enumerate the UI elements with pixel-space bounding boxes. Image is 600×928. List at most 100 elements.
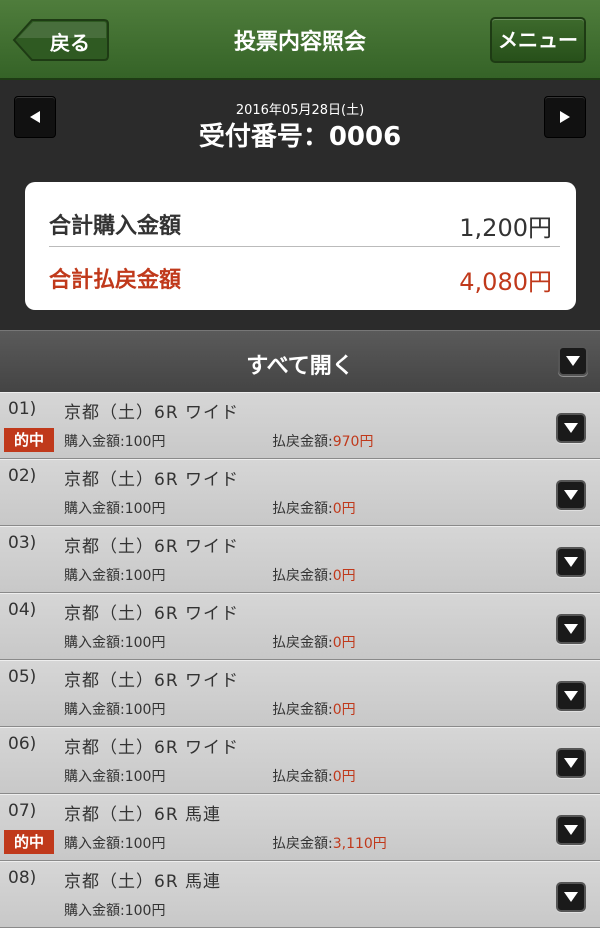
payout-amount-value: 3,110円	[332, 836, 387, 852]
buy-amount-label: 購入金額:	[64, 568, 125, 584]
summary-divider	[49, 246, 560, 247]
payout-amount-value: 0円	[332, 568, 356, 584]
payout-amount: 払戻金額:0円	[272, 632, 356, 652]
receipt-number: 受付番号：0006	[198, 122, 402, 152]
next-receipt-button[interactable]	[544, 96, 586, 138]
total-purchase-label: 合計購入金額	[49, 214, 182, 239]
triangle-down-icon	[566, 356, 580, 366]
buy-amount-label: 購入金額:	[64, 903, 125, 919]
expand-toggle[interactable]	[556, 681, 586, 711]
buy-amount: 購入金額:100円	[64, 699, 165, 719]
payout-amount-label: 払戻金額:	[272, 635, 333, 651]
expand-toggle[interactable]	[556, 882, 586, 912]
open-all-bar[interactable]: すべて開く	[0, 330, 600, 392]
triangle-down-icon	[564, 624, 578, 634]
payout-amount-label: 払戻金額:	[272, 769, 333, 785]
buy-amount: 購入金額:100円	[64, 632, 165, 652]
expand-toggle[interactable]	[556, 480, 586, 510]
bet-row[interactable]: 01) 京都（土）6R ワイド 的中 購入金額:100円 払戻金額:970円	[0, 392, 600, 459]
triangle-right-icon	[560, 111, 570, 123]
bet-row[interactable]: 02) 京都（土）6R ワイド 購入金額:100円 払戻金額:0円	[0, 459, 600, 526]
bet-number: 01)	[8, 399, 37, 419]
buy-amount-label: 購入金額:	[64, 769, 125, 785]
bet-number: 08)	[8, 868, 37, 888]
summary-card: 合計購入金額 1,200円 合計払戻金額 4,080円	[25, 182, 576, 310]
bet-race: 京都（土）6R ワイド	[64, 671, 240, 691]
bet-row[interactable]: 06) 京都（土）6R ワイド 購入金額:100円 払戻金額:0円	[0, 727, 600, 794]
payout-amount-label: 払戻金額:	[272, 434, 333, 450]
buy-amount: 購入金額:100円	[64, 565, 165, 585]
receipt-bar: 2016年05月28日(土) 受付番号：0006	[0, 82, 600, 160]
total-payout-label: 合計払戻金額	[49, 268, 182, 293]
expand-toggle[interactable]	[556, 547, 586, 577]
bet-number: 07)	[8, 801, 37, 821]
buy-amount-value: 100円	[124, 635, 166, 651]
buy-amount: 購入金額:100円	[64, 833, 165, 853]
payout-amount: 払戻金額:0円	[272, 699, 356, 719]
payout-amount-value: 0円	[332, 501, 356, 517]
buy-amount-label: 購入金額:	[64, 836, 125, 852]
bet-number: 02)	[8, 466, 37, 486]
total-purchase-value: 1,200円	[459, 214, 552, 242]
app-header: 戻る 投票内容照会 メニュー	[0, 0, 600, 80]
expand-toggle[interactable]	[556, 413, 586, 443]
payout-amount: 払戻金額:0円	[272, 565, 356, 585]
payout-amount-value: 0円	[332, 769, 356, 785]
expand-toggle[interactable]	[556, 614, 586, 644]
buy-amount-value: 100円	[124, 769, 166, 785]
summary-area: 合計購入金額 1,200円 合計払戻金額 4,080円	[0, 160, 600, 330]
bet-number: 03)	[8, 533, 37, 553]
bet-race: 京都（土）6R 馬連	[64, 805, 222, 825]
bet-race: 京都（土）6R ワイド	[64, 604, 240, 624]
hit-badge: 的中	[4, 428, 54, 452]
triangle-down-icon	[564, 490, 578, 500]
open-all-toggle[interactable]	[558, 346, 588, 376]
payout-amount-value: 0円	[332, 702, 356, 718]
total-purchase-row: 合計購入金額 1,200円	[49, 196, 552, 248]
expand-toggle[interactable]	[556, 815, 586, 845]
triangle-down-icon	[564, 758, 578, 768]
open-all-label: すべて開く	[246, 354, 354, 379]
bet-row[interactable]: 08) 京都（土）6R 馬連 購入金額:100円	[0, 861, 600, 928]
buy-amount-value: 100円	[124, 903, 166, 919]
buy-amount-label: 購入金額:	[64, 501, 125, 517]
bet-row[interactable]: 04) 京都（土）6R ワイド 購入金額:100円 払戻金額:0円	[0, 593, 600, 660]
payout-amount-label: 払戻金額:	[272, 836, 333, 852]
triangle-down-icon	[564, 691, 578, 701]
payout-amount-label: 払戻金額:	[272, 702, 333, 718]
triangle-down-icon	[564, 892, 578, 902]
triangle-down-icon	[564, 825, 578, 835]
bet-race: 京都（土）6R ワイド	[64, 470, 240, 490]
hit-badge: 的中	[4, 830, 54, 854]
bet-race: 京都（土）6R ワイド	[64, 738, 240, 758]
buy-amount: 購入金額:100円	[64, 900, 165, 920]
total-payout-value: 4,080円	[459, 268, 552, 296]
triangle-down-icon	[564, 557, 578, 567]
bet-row[interactable]: 07) 京都（土）6R 馬連 的中 購入金額:100円 払戻金額:3,110円	[0, 794, 600, 861]
buy-amount: 購入金額:100円	[64, 431, 165, 451]
bet-number: 06)	[8, 734, 37, 754]
payout-amount-value: 970円	[332, 434, 374, 450]
buy-amount-value: 100円	[124, 501, 166, 517]
buy-amount: 購入金額:100円	[64, 766, 165, 786]
buy-amount: 購入金額:100円	[64, 498, 165, 518]
bet-row[interactable]: 03) 京都（土）6R ワイド 購入金額:100円 払戻金額:0円	[0, 526, 600, 593]
buy-amount-value: 100円	[124, 434, 166, 450]
bet-race: 京都（土）6R ワイド	[64, 537, 240, 557]
bet-number: 04)	[8, 600, 37, 620]
payout-amount-label: 払戻金額:	[272, 501, 333, 517]
payout-amount: 払戻金額:0円	[272, 498, 356, 518]
menu-button[interactable]: メニュー	[490, 17, 586, 63]
payout-amount: 払戻金額:970円	[272, 431, 373, 451]
expand-toggle[interactable]	[556, 748, 586, 778]
payout-amount-label: 払戻金額:	[272, 568, 333, 584]
payout-amount: 払戻金額:0円	[272, 766, 356, 786]
triangle-down-icon	[564, 423, 578, 433]
buy-amount-value: 100円	[124, 568, 166, 584]
bet-list: 01) 京都（土）6R ワイド 的中 購入金額:100円 払戻金額:970円 02) 京都（…	[0, 392, 600, 928]
payout-amount-value: 0円	[332, 635, 356, 651]
total-payout-row: 合計払戻金額 4,080円	[49, 250, 552, 302]
buy-amount-label: 購入金額:	[64, 635, 125, 651]
bet-number: 05)	[8, 667, 37, 687]
bet-row[interactable]: 05) 京都（土）6R ワイド 購入金額:100円 払戻金額:0円	[0, 660, 600, 727]
